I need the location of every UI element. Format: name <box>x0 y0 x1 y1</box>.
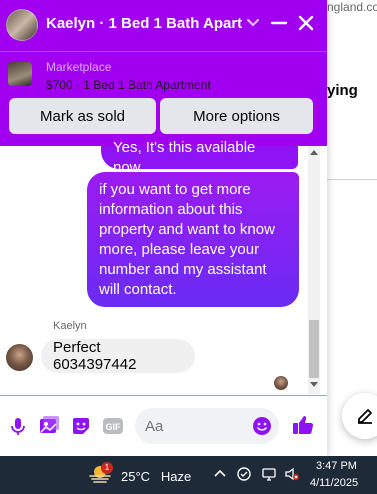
message-bubble-outgoing[interactable]: Yes, It's this available now. <box>101 139 298 176</box>
message-bubble-incoming[interactable]: Perfect 6034397442 <box>41 339 195 373</box>
chat-header: Kaelyn · 1 Bed 1 Bath Apart Marketplace … <box>0 0 327 146</box>
clock-time[interactable]: 3:47 PM <box>316 460 357 472</box>
composer-divider <box>0 395 327 396</box>
message-bubble-outgoing[interactable]: if you want to get more information abou… <box>87 172 299 307</box>
weather-widget[interactable]: 25°C Haze <box>121 469 191 484</box>
sticker-icon[interactable] <box>70 415 92 437</box>
svg-text:GIF: GIF <box>106 422 122 432</box>
clock-date[interactable]: 4/11/2025 <box>310 477 358 489</box>
sender-avatar[interactable] <box>6 344 33 371</box>
weather-condition: Haze <box>160 469 192 484</box>
background-divider <box>327 179 377 180</box>
chat-title[interactable]: Kaelyn · 1 Bed 1 Bath Apart <box>46 15 242 32</box>
chevron-down-icon[interactable] <box>244 14 262 32</box>
minimize-icon[interactable] <box>270 14 288 32</box>
weather-notification-badge: 1 <box>101 462 113 474</box>
scroll-up-arrow[interactable] <box>310 150 318 155</box>
listing-title[interactable]: $700 · 1 Bed 1 Bath Apartment <box>46 78 211 92</box>
scroll-down-arrow[interactable] <box>310 382 318 387</box>
show-hidden-icons-icon[interactable] <box>212 466 228 482</box>
microphone-icon[interactable] <box>7 415 29 437</box>
like-icon[interactable] <box>291 413 315 437</box>
background-text: ying <box>327 82 358 99</box>
gif-icon[interactable]: GIF <box>102 415 124 437</box>
marketplace-label: Marketplace <box>46 60 112 74</box>
weather-temperature: 25°C <box>121 469 151 484</box>
new-message-button[interactable] <box>342 393 377 439</box>
compose-icon <box>358 409 372 424</box>
volume-muted-icon[interactable] <box>284 466 300 482</box>
more-options-button[interactable]: More options <box>160 98 313 134</box>
sender-name: Kaelyn <box>53 320 87 332</box>
chat-window: Kaelyn · 1 Bed 1 Bath Apart Marketplace … <box>0 0 327 456</box>
seen-indicator-avatar <box>274 376 288 390</box>
network-icon[interactable] <box>261 466 277 482</box>
background-url: ngland.com <box>327 0 377 14</box>
header-divider <box>0 51 327 52</box>
emoji-icon[interactable] <box>252 416 272 436</box>
mark-as-sold-button[interactable]: Mark as sold <box>9 98 156 134</box>
listing-thumbnail[interactable] <box>8 62 32 86</box>
photo-icon[interactable] <box>38 415 60 437</box>
copilot-icon[interactable] <box>236 466 252 482</box>
close-icon[interactable] <box>297 14 315 32</box>
contact-avatar[interactable] <box>6 9 38 41</box>
scrollbar-thumb[interactable] <box>309 320 319 378</box>
